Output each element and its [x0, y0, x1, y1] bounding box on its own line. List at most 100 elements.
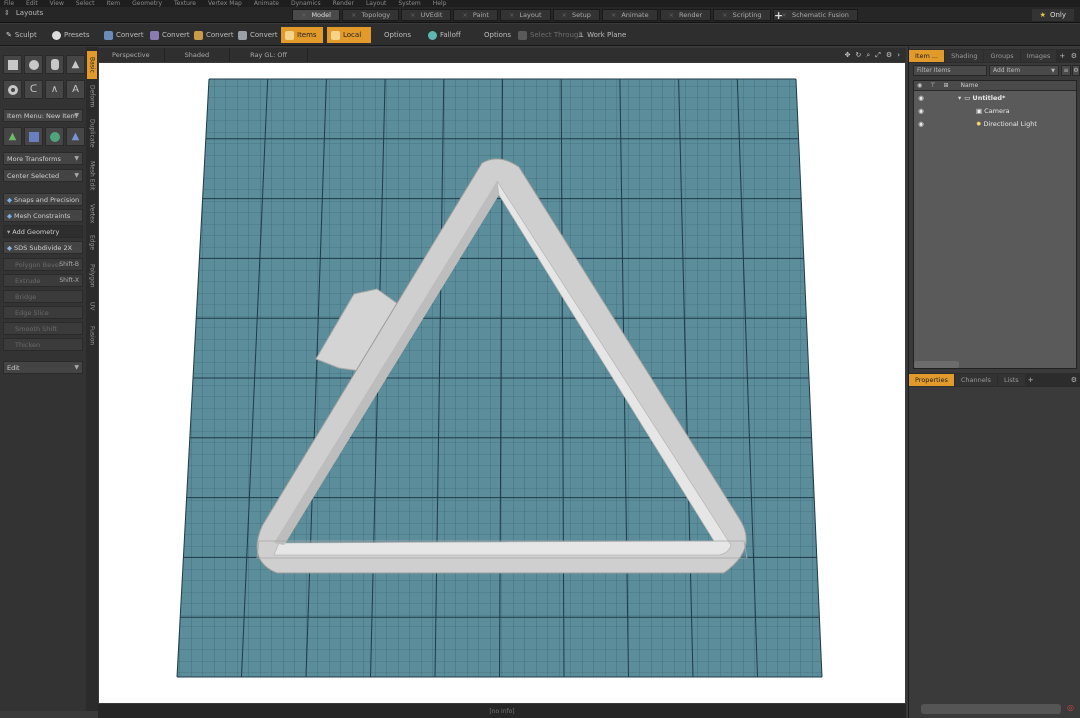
tab-channels[interactable]: Channels	[954, 374, 997, 386]
capsule-tool[interactable]: ᑕ	[24, 80, 43, 99]
3d-viewport[interactable]	[99, 63, 905, 703]
command-history-button[interactable]: ◎	[1067, 703, 1077, 714]
tab-item-list[interactable]: Item ...	[909, 50, 945, 62]
local-button[interactable]: Local	[327, 27, 371, 43]
raygl-dropdown[interactable]: Ray GL: Off	[230, 48, 308, 62]
presets-button[interactable]: Presets	[48, 27, 93, 43]
tree-row-camera[interactable]: ◉ ▣ Camera	[914, 104, 1076, 117]
expand-icon[interactable]: ▾	[958, 94, 961, 102]
add-layout-tab-button[interactable]: +	[774, 9, 783, 22]
tab-schematic-fusion[interactable]: × Schematic Fusion	[772, 9, 858, 21]
add-item-dropdown[interactable]: Add Item ▼	[989, 65, 1059, 76]
pan-icon[interactable]: ✥	[845, 51, 851, 60]
menu-geometry[interactable]: Geometry	[132, 0, 162, 7]
list-settings-button[interactable]: ⚙	[1072, 65, 1080, 76]
sculpt-button[interactable]: ✎ Sculpt	[2, 27, 41, 43]
move-tool[interactable]: ▲	[3, 127, 22, 146]
tab-model[interactable]: × Model	[292, 9, 340, 21]
menu-help[interactable]: Help	[433, 0, 447, 7]
tab-close-icon[interactable]: ×	[301, 11, 306, 19]
tab-groups[interactable]: Groups	[984, 50, 1020, 62]
add-tab-icon[interactable]: +	[1028, 376, 1034, 384]
layouts-button[interactable]: ⇕ Layouts	[4, 9, 43, 17]
pen-tool[interactable]: ∧	[45, 80, 64, 99]
text-tool[interactable]: A	[66, 80, 85, 99]
menu-view[interactable]: View	[50, 0, 64, 7]
gear-icon[interactable]: ⚙	[1071, 376, 1077, 384]
menu-dynamics[interactable]: Dynamics	[291, 0, 321, 7]
sds-subdivide-button[interactable]: ◆ SDS Subdivide 2X	[3, 241, 83, 254]
zoom-icon[interactable]: ⌕	[866, 51, 870, 60]
tab-scripting[interactable]: × Scripting	[713, 9, 771, 21]
menu-system[interactable]: System	[398, 0, 420, 7]
tab-shading[interactable]: Shading	[945, 50, 984, 62]
tree-row-scene[interactable]: ◉ ▾ ▭ Untitled*	[914, 91, 1076, 104]
view-type-dropdown[interactable]: Perspective	[98, 48, 165, 62]
tab-close-icon[interactable]: ×	[669, 11, 674, 19]
tab-uvedit[interactable]: × UVEdit	[401, 9, 452, 21]
mesh-constraints-button[interactable]: ◆ Mesh Constraints	[3, 209, 83, 222]
options-button-2[interactable]: Options	[480, 27, 515, 43]
tab-render[interactable]: × Render	[659, 9, 712, 21]
convert-button-2[interactable]: Convert	[146, 27, 194, 43]
convert-button-3[interactable]: Convert	[190, 27, 238, 43]
tree-horizontal-scrollbar[interactable]	[914, 361, 959, 368]
menu-texture[interactable]: Texture	[174, 0, 196, 7]
torus-tool[interactable]	[3, 80, 22, 99]
tab-lists[interactable]: Lists	[997, 374, 1025, 386]
more-transforms-dropdown[interactable]: More Transforms ▼	[3, 152, 83, 165]
bridge-button[interactable]: Bridge	[3, 290, 83, 303]
tab-close-icon[interactable]: ×	[462, 11, 467, 19]
viewport-scene[interactable]	[99, 63, 905, 703]
shading-dropdown[interactable]: Shaded	[165, 48, 231, 62]
gear-icon[interactable]: ⚙	[1071, 52, 1077, 60]
vtab-fusion[interactable]: Fusion	[87, 319, 97, 353]
menu-item[interactable]: Item	[106, 0, 120, 7]
tab-close-icon[interactable]: ×	[611, 11, 616, 19]
gear-icon[interactable]: ⚙	[886, 51, 892, 60]
menu-select[interactable]: Select	[76, 0, 95, 7]
filter-items-field[interactable]: Filter Items	[913, 65, 987, 76]
snaps-precision-button[interactable]: ◆ Snaps and Precision	[3, 193, 83, 206]
tree-row-directional-light[interactable]: ◉ ✹ Directional Light	[914, 117, 1076, 130]
tab-close-icon[interactable]: ×	[509, 11, 514, 19]
maximize-icon[interactable]: ⤢	[875, 51, 881, 60]
add-tab-icon[interactable]: +	[1059, 52, 1065, 60]
tab-setup[interactable]: × Setup	[552, 9, 600, 21]
menu-layout[interactable]: Layout	[366, 0, 386, 7]
only-button[interactable]: ★ Only	[1031, 9, 1074, 21]
extrude-button[interactable]: Extrude Shift-X	[3, 274, 83, 287]
eye-icon[interactable]: ◉	[916, 119, 926, 129]
rotate-view-icon[interactable]: ↻	[856, 51, 862, 60]
cube-tool[interactable]	[3, 55, 22, 74]
tab-images[interactable]: Images	[1020, 50, 1057, 62]
falloff-button[interactable]: Falloff	[424, 27, 465, 43]
rotate-tool[interactable]	[24, 127, 43, 146]
add-geometry-section[interactable]: ▾ Add Geometry	[3, 225, 83, 238]
tab-paint[interactable]: × Paint	[453, 9, 498, 21]
menu-vertex-map[interactable]: Vertex Map	[208, 0, 242, 7]
menu-file[interactable]: File	[4, 0, 14, 7]
cylinder-tool[interactable]	[45, 55, 64, 74]
vtab-basic[interactable]: Basic	[87, 51, 97, 79]
options-button[interactable]: Options	[380, 27, 415, 43]
tab-properties[interactable]: Properties	[909, 374, 954, 386]
polygon-bevel-button[interactable]: Polygon Bevel Shift-B	[3, 258, 83, 271]
vtab-vertex[interactable]: Vertex	[87, 199, 97, 229]
tab-close-icon[interactable]: ×	[562, 11, 567, 19]
vtab-mesh-edit[interactable]: Mesh Edit	[87, 155, 97, 197]
menu-edit[interactable]: Edit	[26, 0, 38, 7]
tab-layout[interactable]: × Layout	[499, 9, 551, 21]
menu-animate[interactable]: Animate	[254, 0, 279, 7]
list-options-button[interactable]: ≡	[1061, 65, 1071, 76]
sphere-tool[interactable]	[24, 55, 43, 74]
cone-tool[interactable]: ▲	[66, 55, 85, 74]
vtab-deform[interactable]: Deform	[87, 81, 97, 111]
tab-close-icon[interactable]: ×	[410, 11, 415, 19]
eye-icon[interactable]: ◉	[916, 93, 926, 103]
tab-close-icon[interactable]: ×	[722, 11, 727, 19]
items-mode-button[interactable]: Items	[281, 27, 323, 43]
menu-render[interactable]: Render	[333, 0, 354, 7]
vtab-duplicate[interactable]: Duplicate	[87, 113, 97, 153]
convert-button-4[interactable]: Convert	[234, 27, 282, 43]
